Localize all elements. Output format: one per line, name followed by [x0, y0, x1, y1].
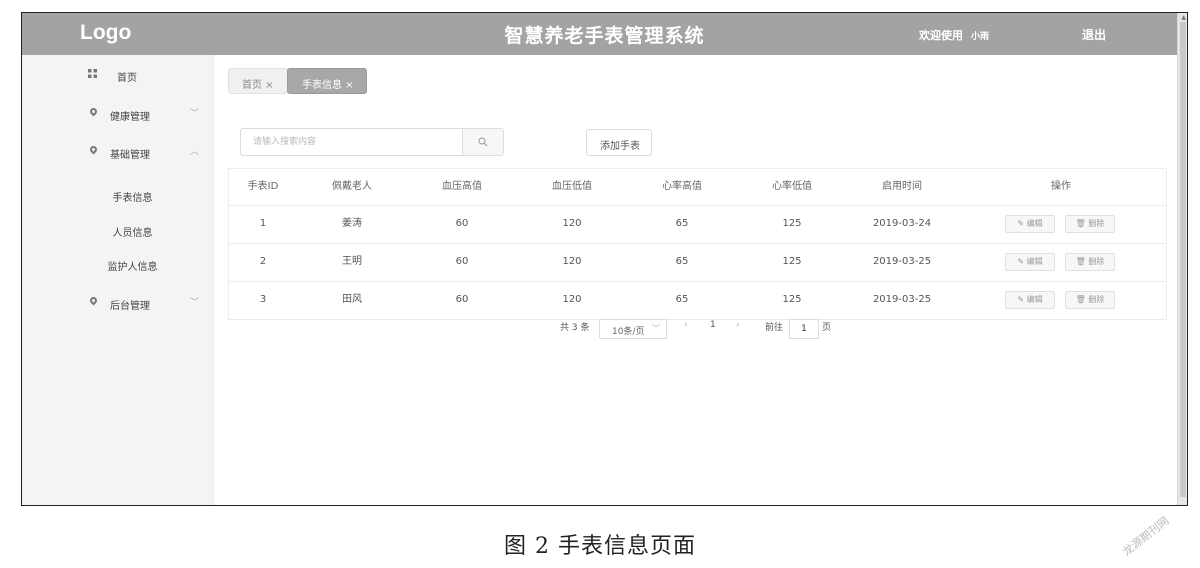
- column-header: 心率高值: [662, 181, 702, 192]
- delete-button[interactable]: 🗑 删除: [1065, 253, 1115, 271]
- sidebar-item-admin[interactable]: 后台管理 ﹀: [22, 289, 213, 317]
- vertical-scrollbar[interactable]: ▲: [1177, 13, 1187, 505]
- welcome-text: 欢迎使用 小雨: [919, 27, 989, 43]
- cell-id: 2: [259, 256, 267, 267]
- page-size-value: 10条/页: [612, 327, 645, 337]
- tab-label: 手表信息 ×: [302, 80, 354, 91]
- cell-start-date: 2019-03-25: [872, 256, 932, 267]
- column-header: 血压高值: [442, 181, 482, 192]
- cell-bp-low: 120: [562, 218, 582, 229]
- sidebar-subitem-label: 手表信息: [112, 193, 153, 204]
- column-header: 手表ID: [247, 181, 279, 192]
- sidebar-subitem-label: 监护人信息: [107, 262, 158, 273]
- search-box: [240, 128, 504, 156]
- chevron-down-icon: ﹀: [190, 109, 200, 119]
- figure-caption: 图 2 手表信息页面: [504, 534, 696, 559]
- scrollbar-thumb[interactable]: [1180, 22, 1186, 497]
- table-row: 3 田风 60 120 65 125 2019-03-25 ✎ 编辑 🗑 删除: [229, 282, 1166, 320]
- logout-button[interactable]: 退出: [1082, 26, 1106, 43]
- page-number-current[interactable]: 1: [710, 320, 716, 330]
- sidebar-subitem-watch-info[interactable]: 手表信息: [22, 183, 213, 207]
- chevron-down-icon: ﹀: [190, 298, 200, 308]
- cell-wearer: 田风: [342, 294, 362, 305]
- location-pin-icon: [88, 106, 99, 117]
- watch-table: 手表ID 佩戴老人 血压高值 血压低值 心率高值 心率低值 启用时间 操作 1 …: [228, 168, 1167, 320]
- cell-wearer: 王明: [342, 256, 362, 267]
- search-icon: [478, 137, 488, 147]
- sidebar-item-health[interactable]: 健康管理 ﹀: [22, 100, 213, 128]
- goto-page-input[interactable]: [789, 319, 819, 339]
- edit-button[interactable]: ✎ 编辑: [1005, 291, 1055, 309]
- delete-button[interactable]: 🗑 删除: [1065, 215, 1115, 233]
- cell-hr-low: 125: [782, 256, 802, 267]
- goto-label: 前往: [765, 323, 784, 333]
- tab-watch-info[interactable]: 手表信息 ×: [287, 68, 367, 94]
- top-header: Logo 智慧养老手表管理系统 欢迎使用 小雨 退出: [22, 13, 1187, 55]
- table-header-row: 手表ID 佩戴老人 血压高值 血压低值 心率高值 心率低值 启用时间 操作: [229, 169, 1166, 206]
- sidebar-item-label: 后台管理: [110, 301, 150, 312]
- sidebar-item-basic[interactable]: 基础管理 ︿: [22, 138, 213, 166]
- prev-page-button[interactable]: ‹: [684, 320, 688, 330]
- page-size-select[interactable]: 10条/页 ﹀: [599, 319, 667, 339]
- edit-button[interactable]: ✎ 编辑: [1005, 253, 1055, 271]
- chevron-up-icon: ︿: [190, 147, 200, 157]
- column-header: 血压低值: [552, 181, 592, 192]
- cell-id: 1: [259, 218, 267, 229]
- cell-hr-low: 125: [782, 218, 802, 229]
- column-header: 操作: [1051, 181, 1071, 192]
- sidebar: 首页 健康管理 ﹀ 基础管理 ︿ 手表信息 人员信息 监护人信息 后台管理 ﹀: [22, 55, 214, 505]
- table-row: 2 王明 60 120 65 125 2019-03-25 ✎ 编辑 🗑 删除: [229, 244, 1166, 282]
- sidebar-subitem-person-info[interactable]: 人员信息: [22, 218, 213, 242]
- tab-label: 首页 ×: [242, 80, 274, 91]
- scroll-up-icon[interactable]: ▲: [1181, 14, 1186, 21]
- cell-hr-low: 125: [782, 294, 802, 305]
- cell-bp-high: 60: [455, 256, 469, 267]
- edit-button[interactable]: ✎ 编辑: [1005, 215, 1055, 233]
- chevron-down-icon: ﹀: [652, 324, 660, 333]
- page-title: 智慧养老手表管理系统: [504, 25, 705, 47]
- sidebar-item-label: 健康管理: [110, 112, 150, 123]
- column-header: 启用时间: [882, 181, 922, 192]
- column-header: 心率低值: [772, 181, 812, 192]
- cell-bp-low: 120: [562, 294, 582, 305]
- location-pin-icon: [88, 144, 99, 155]
- search-button[interactable]: [462, 129, 503, 155]
- cell-bp-high: 60: [455, 294, 469, 305]
- sidebar-item-home[interactable]: 首页: [22, 61, 213, 89]
- cell-id: 3: [259, 294, 267, 305]
- cell-bp-low: 120: [562, 256, 582, 267]
- username: 小雨: [971, 32, 990, 42]
- table-row: 1 姜涛 60 120 65 125 2019-03-24 ✎ 编辑 🗑 删除: [229, 206, 1166, 244]
- next-page-button[interactable]: ›: [736, 320, 740, 330]
- page-suffix-label: 页: [822, 323, 832, 333]
- pagination-total: 共 3 条: [560, 323, 590, 333]
- cell-start-date: 2019-03-24: [872, 218, 932, 229]
- cell-bp-high: 60: [455, 218, 469, 229]
- sidebar-subitem-label: 人员信息: [112, 228, 153, 239]
- add-watch-label: 添加手表: [600, 141, 640, 152]
- add-watch-button[interactable]: 添加手表: [586, 129, 652, 156]
- delete-button[interactable]: 🗑 删除: [1065, 291, 1115, 309]
- tab-home[interactable]: 首页 ×: [228, 68, 288, 94]
- welcome-label: 欢迎使用: [919, 29, 963, 42]
- cell-hr-high: 65: [675, 218, 689, 229]
- app-window: Logo 智慧养老手表管理系统 欢迎使用 小雨 退出 ▲ 首页 健康管理 ﹀ 基础…: [21, 12, 1188, 506]
- sidebar-item-label: 首页: [117, 73, 137, 84]
- sidebar-subitem-guardian-info[interactable]: 监护人信息: [22, 252, 213, 276]
- cell-hr-high: 65: [675, 256, 689, 267]
- column-header: 佩戴老人: [332, 181, 372, 192]
- cell-hr-high: 65: [675, 294, 689, 305]
- grid-icon: [88, 69, 97, 81]
- cell-wearer: 姜涛: [342, 218, 362, 229]
- sidebar-item-label: 基础管理: [110, 150, 150, 161]
- location-pin-icon: [88, 295, 99, 306]
- cell-start-date: 2019-03-25: [872, 294, 932, 305]
